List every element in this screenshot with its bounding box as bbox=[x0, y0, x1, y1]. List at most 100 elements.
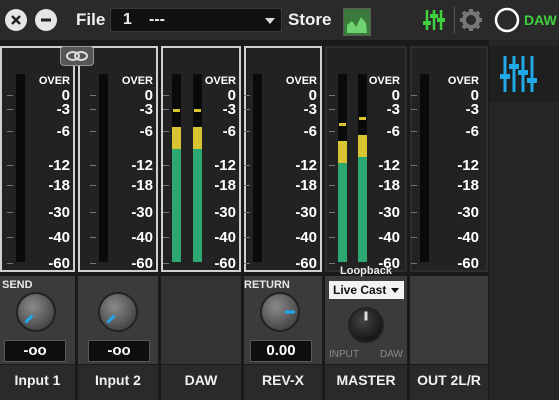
scale-label: OVER bbox=[204, 75, 236, 87]
send-knob[interactable] bbox=[98, 292, 138, 332]
send-knob[interactable] bbox=[16, 292, 56, 332]
scale-tick bbox=[163, 237, 169, 238]
scale-label: -18 bbox=[457, 177, 479, 194]
scale-label: -30 bbox=[214, 204, 236, 221]
scale-tick bbox=[244, 109, 250, 110]
level-meter bbox=[420, 74, 429, 262]
scale-tick bbox=[329, 237, 335, 238]
scale-tick bbox=[411, 263, 417, 264]
scale-tick bbox=[244, 95, 250, 96]
gear-icon[interactable] bbox=[459, 8, 483, 32]
send-value: -oo bbox=[88, 340, 150, 362]
scale-label: -30 bbox=[378, 204, 400, 221]
knob-indicator bbox=[106, 314, 116, 324]
scale-tick bbox=[329, 185, 335, 186]
level-meter bbox=[253, 74, 262, 262]
scale-label: -3 bbox=[386, 101, 400, 118]
scale-label: -12 bbox=[295, 157, 317, 174]
scale-tick bbox=[163, 109, 169, 110]
scale-tick bbox=[244, 263, 250, 264]
channel-name[interactable]: MASTER bbox=[325, 365, 407, 400]
scale-label: -6 bbox=[303, 123, 317, 140]
control-panel bbox=[161, 276, 241, 364]
scale-tick bbox=[329, 212, 335, 213]
loopback-select[interactable]: Live Cast bbox=[329, 281, 404, 299]
loopback-label: Loopback bbox=[340, 265, 392, 277]
knob-indicator bbox=[285, 310, 295, 314]
mixer-faders-icon[interactable] bbox=[422, 8, 446, 32]
scale-label: OVER bbox=[285, 75, 317, 87]
scale-tick bbox=[163, 185, 169, 186]
scale-label: -12 bbox=[48, 157, 70, 174]
channel-name[interactable]: REV-X bbox=[244, 365, 322, 400]
scale-tick bbox=[163, 263, 169, 264]
scale-tick bbox=[7, 131, 13, 132]
channel-name[interactable]: Input 1 bbox=[0, 365, 75, 400]
scale-label: -18 bbox=[48, 177, 70, 194]
scale-tick bbox=[90, 185, 96, 186]
scale-label: -6 bbox=[56, 123, 70, 140]
scale-tick bbox=[7, 95, 13, 96]
channel-name[interactable]: DAW bbox=[161, 365, 241, 400]
scale-tick bbox=[244, 237, 250, 238]
scale-label: -40 bbox=[457, 229, 479, 246]
file-name: --- bbox=[149, 11, 165, 28]
meter-fill bbox=[338, 159, 347, 262]
power-circle-icon[interactable] bbox=[493, 6, 521, 34]
link-button[interactable] bbox=[60, 46, 94, 66]
channel-name[interactable]: Input 2 bbox=[78, 365, 158, 400]
knob-indicator bbox=[24, 314, 34, 324]
scale-tick bbox=[244, 131, 250, 132]
top-bar: File 1 --- Store DAW bbox=[0, 0, 559, 40]
input-label: INPUT bbox=[329, 349, 359, 360]
scale-tick bbox=[7, 212, 13, 213]
scale-tick bbox=[90, 212, 96, 213]
scale-tick bbox=[411, 237, 417, 238]
daw-label: DAW bbox=[380, 349, 403, 360]
close-icon bbox=[11, 15, 21, 25]
scale-tick bbox=[163, 212, 169, 213]
return-knob[interactable] bbox=[260, 292, 300, 332]
level-meter bbox=[99, 74, 108, 262]
loopback-select-value: Live Cast bbox=[333, 283, 387, 297]
scale-tick bbox=[90, 263, 96, 264]
scale-tick bbox=[7, 165, 13, 166]
level-meter bbox=[338, 74, 347, 262]
mixer-tab[interactable] bbox=[489, 46, 559, 102]
scale-tick bbox=[411, 109, 417, 110]
loopback-mix-knob[interactable] bbox=[348, 307, 384, 343]
scale-label: -6 bbox=[139, 123, 153, 140]
scale-tick bbox=[163, 95, 169, 96]
store-chart-icon bbox=[347, 17, 367, 33]
scale-tick bbox=[90, 131, 96, 132]
scale-label: -12 bbox=[378, 157, 400, 174]
send-label: SEND bbox=[2, 279, 33, 291]
channel-name[interactable]: OUT 2L/R bbox=[410, 365, 488, 400]
chevron-down-icon bbox=[391, 288, 399, 293]
minimize-button[interactable] bbox=[35, 9, 57, 31]
scale-tick bbox=[329, 165, 335, 166]
return-value: 0.00 bbox=[250, 340, 312, 362]
scale-tick bbox=[163, 165, 169, 166]
meter-peak-hold bbox=[173, 109, 180, 112]
store-label: Store bbox=[288, 10, 332, 29]
scale-label: -6 bbox=[386, 123, 400, 140]
send-value: -oo bbox=[4, 340, 66, 362]
meter-fill-warn bbox=[338, 141, 347, 163]
scale-label: -60 bbox=[295, 255, 317, 272]
scale-label: -12 bbox=[131, 157, 153, 174]
meter-fill-warn bbox=[172, 127, 181, 149]
scale-tick bbox=[411, 185, 417, 186]
file-select[interactable]: 1 --- bbox=[110, 8, 282, 32]
scale-label: -18 bbox=[295, 177, 317, 194]
scale-label: -60 bbox=[457, 255, 479, 272]
scale-label: -40 bbox=[48, 229, 70, 246]
scale-tick bbox=[329, 95, 335, 96]
store-button[interactable] bbox=[343, 8, 371, 36]
scale-label: -12 bbox=[457, 157, 479, 174]
scale-tick bbox=[244, 212, 250, 213]
close-button[interactable] bbox=[5, 9, 27, 31]
scale-label: OVER bbox=[368, 75, 400, 87]
scale-label: -60 bbox=[48, 255, 70, 272]
file-label: File bbox=[76, 10, 106, 29]
